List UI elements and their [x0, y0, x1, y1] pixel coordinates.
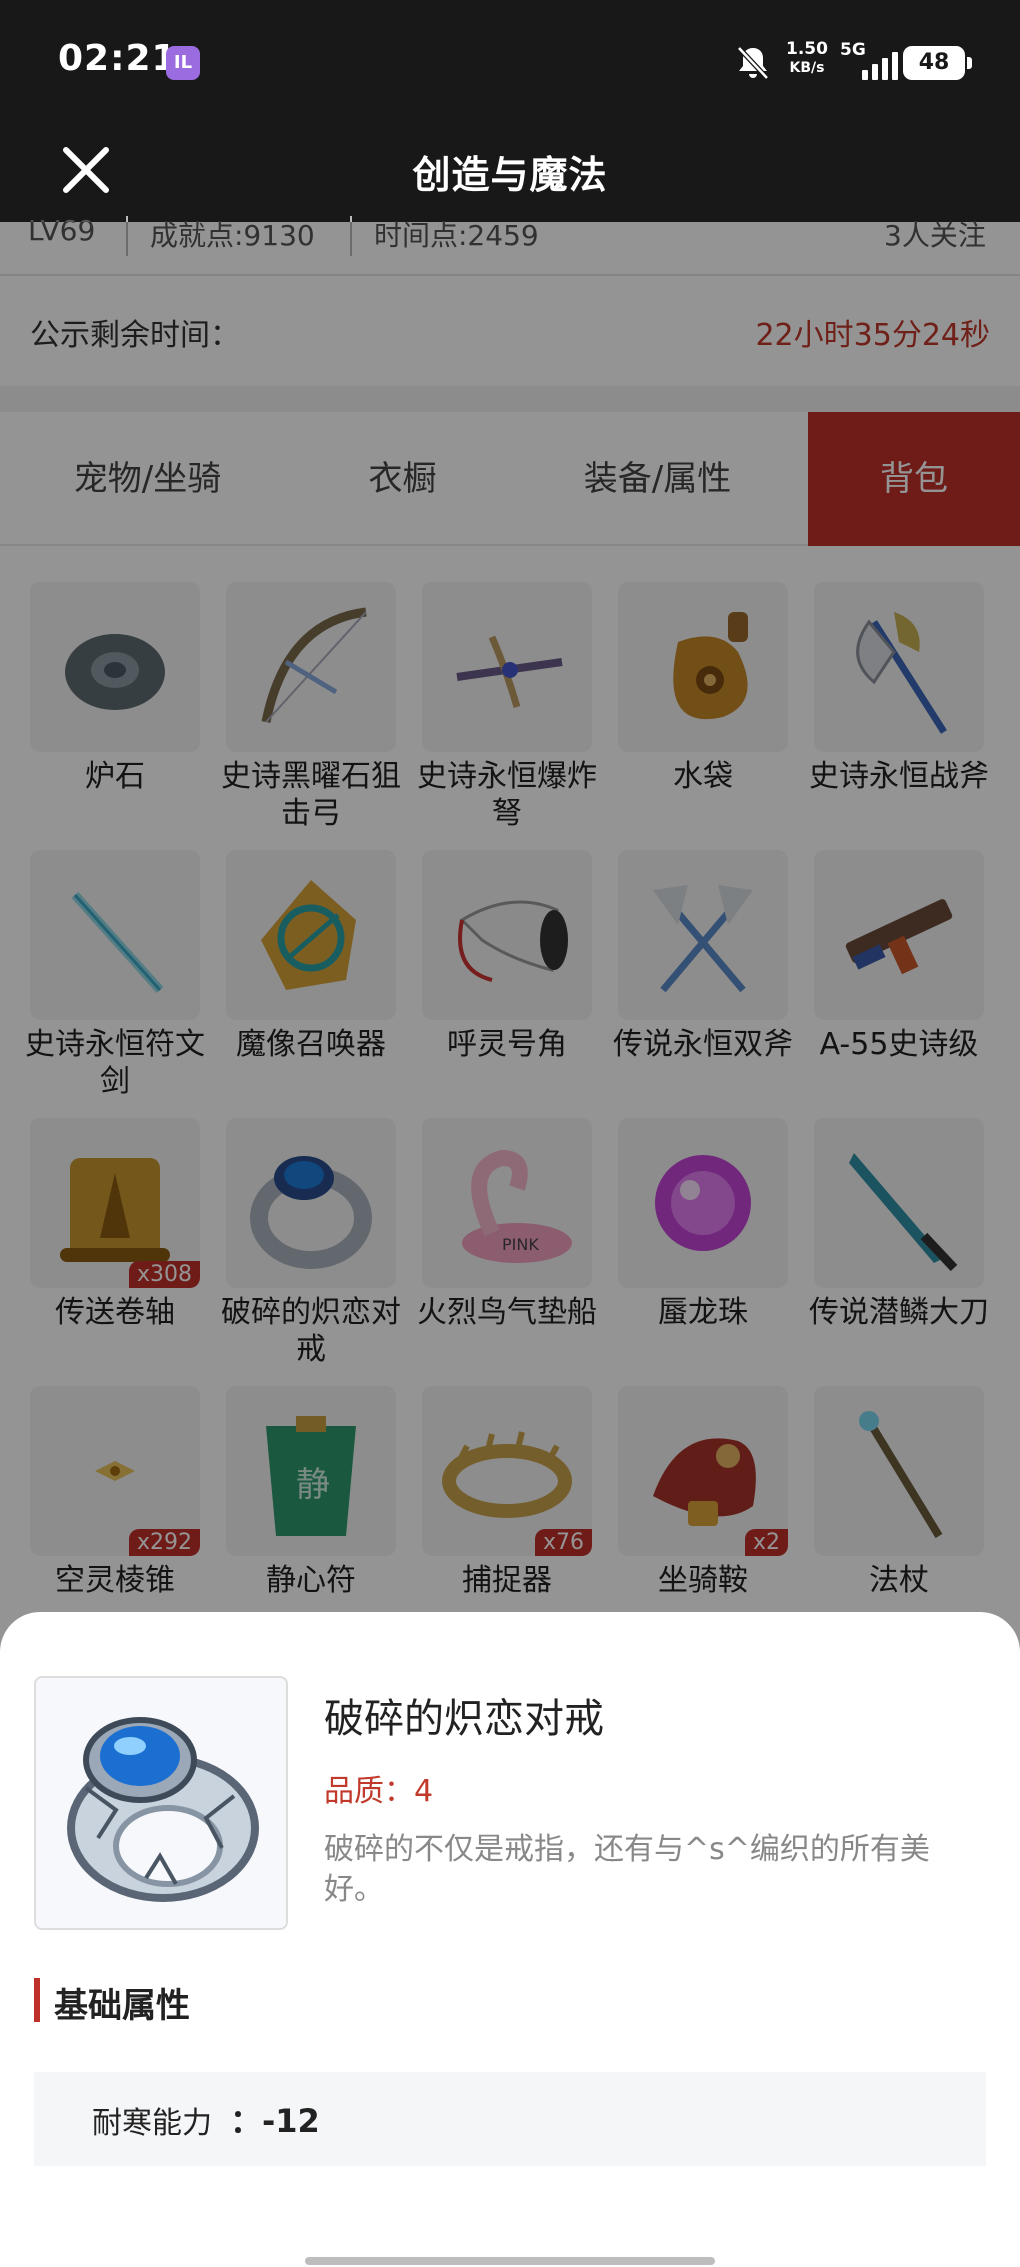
speed-value: 1.50 [786, 39, 828, 59]
battery-icon: 48 [903, 46, 972, 80]
home-indicator[interactable] [305, 2257, 715, 2265]
status-bar: 02:21 IL 1.50 KB/s 5G 48 [0, 0, 1020, 120]
network-speed: 1.50 KB/s [786, 40, 828, 78]
attribute-value: ：-12 [230, 2102, 320, 2140]
signal-icon [862, 48, 898, 80]
app-notification-icon: IL [166, 46, 200, 80]
page-title: 创造与魔法 [412, 153, 608, 197]
detail-description: 破碎的不仅是戒指，还有与^s^编织的所有美好。 [324, 1832, 930, 1907]
section-title: 基础属性 [54, 1986, 190, 2026]
detail-ring-icon [34, 1676, 288, 1930]
section-accent-bar [34, 1978, 40, 2022]
app-header: 创造与魔法 [0, 120, 1020, 222]
item-detail-sheet: 破碎的炽恋对戒 品质：4 破碎的不仅是戒指，还有与^s^编织的所有美好。 基础属… [0, 1612, 1020, 2267]
attribute-row: 耐寒能力 ：-12 [34, 2072, 986, 2166]
detail-item-name: 破碎的炽恋对戒 [324, 1696, 604, 1742]
detail-quality: 品质：4 [324, 1774, 434, 1809]
mute-bell-icon [737, 46, 769, 80]
status-time: 02:21 [58, 38, 178, 79]
speed-unit: KB/s [789, 60, 825, 76]
screen: 02:21 IL 1.50 KB/s 5G 48 创造与魔法 LV69 成就点:… [0, 0, 1020, 2267]
attribute-name: 耐寒能力 [92, 2106, 212, 2141]
